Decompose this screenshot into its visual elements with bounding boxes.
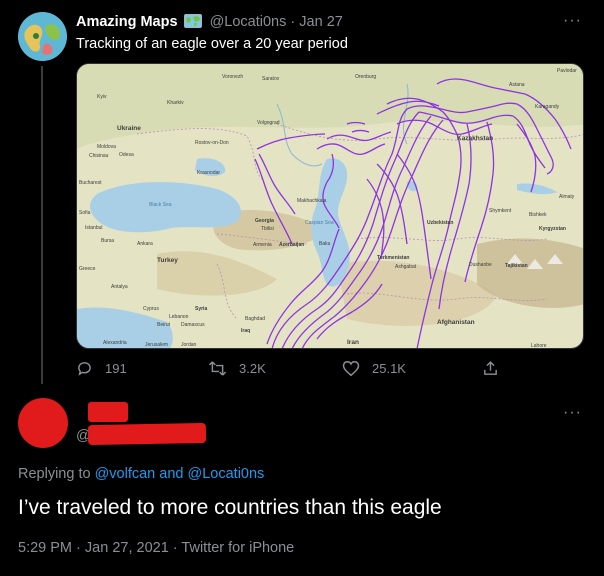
more-options-icon[interactable]: ··· (563, 12, 582, 30)
replying-prefix: Replying to (18, 466, 91, 482)
tweet-date[interactable]: Jan 27, 2021 (85, 540, 169, 556)
reply-tweet: y @ ··· Replying to @volfcan and @Locati… (0, 392, 604, 576)
map-label-antalya: Antalya (111, 284, 128, 290)
map-label-rostov: Rostov-on-Don (195, 140, 229, 146)
name-redaction (88, 402, 128, 422)
map-label-caspian-sea: Caspian Sea (305, 220, 334, 226)
map-label-almaty: Almaty (559, 194, 575, 200)
map-label-kazakhstan: Kazakhstan (457, 135, 493, 142)
retweet-button[interactable]: 3.2K (208, 360, 266, 377)
map-label-alexandria: Alexandria (103, 340, 127, 346)
map-label-karaganda: Karagandy (535, 104, 560, 110)
mention-volfcan[interactable]: @volfcan (95, 466, 156, 482)
map-label-moldova: Moldova (97, 144, 116, 150)
map-label-orenburg: Orenburg (355, 74, 376, 80)
map-label-georgia: Georgia (255, 218, 274, 224)
mention-locati0ns[interactable]: @Locati0ns (188, 466, 265, 482)
tweet-text: Tracking of an eagle over a 20 year peri… (76, 36, 348, 52)
map-label-volgograd: Volgograd (257, 120, 280, 126)
map-label-tbilisi: Tbilisi (261, 226, 274, 232)
map-label-black-sea: Black Sea (149, 202, 172, 208)
reply-text: I’ve traveled to more countries than thi… (18, 496, 442, 519)
replying-and[interactable]: and (159, 466, 183, 482)
map-label-ankara: Ankara (137, 241, 153, 247)
share-button[interactable] (482, 360, 511, 377)
tweet-header: Amazing Maps @Locati0ns · Jan 27 (76, 14, 343, 32)
reply-button[interactable]: 191 (76, 360, 127, 377)
map-label-kharkiv: Kharkiv (167, 100, 184, 106)
map-label-lebanon: Lebanon (169, 314, 189, 320)
map-label-turkey: Turkey (157, 257, 178, 264)
map-label-astana: Astana (509, 82, 525, 88)
tweet-date[interactable]: Jan 27 (299, 14, 343, 30)
tweet-amazing-maps: Amazing Maps @Locati0ns · Jan 27 ··· Tra… (0, 0, 604, 392)
map-label-kyrgyzstan: Kyrgyzstan (539, 226, 566, 232)
handle-redaction (87, 422, 207, 446)
map-label-turkmenistan: Turkmenistan (377, 255, 409, 261)
map-label-bishkek: Bishkek (529, 212, 547, 218)
map-label-dushanbe: Dushanbe (469, 262, 492, 268)
display-name[interactable]: Amazing Maps (76, 14, 178, 30)
like-button[interactable]: 25.1K (342, 360, 406, 377)
map-label-pavlodar: Pavlodar (557, 68, 577, 74)
reply-count: 191 (105, 361, 127, 376)
share-icon (484, 361, 497, 375)
map-label-voronezh: Voronezh (222, 74, 243, 80)
tweet-client[interactable]: Twitter for iPhone (181, 540, 294, 556)
map-label-shymkent: Shymkent (489, 208, 512, 214)
map-label-iran: Iran (347, 339, 359, 346)
more-options-icon[interactable]: ··· (563, 404, 582, 422)
map-label-armenia: Armenia (253, 242, 272, 248)
retweet-count: 3.2K (239, 361, 266, 376)
map-label-baghdad: Baghdad (245, 316, 265, 322)
retweet-icon (208, 361, 227, 376)
map-label-ashgabat: Ashgabat (395, 264, 417, 270)
meta-separator: · (76, 540, 81, 556)
thread-connector-line (41, 66, 43, 384)
replying-to: Replying to @volfcan and @Locati0ns (18, 466, 264, 482)
world-map-icon (183, 14, 202, 32)
map-label-greece: Greece (79, 266, 96, 272)
avatar-redacted[interactable] (18, 398, 68, 448)
meta-separator: · (172, 540, 178, 556)
map-label-makhachkala: Makhachkala (297, 198, 327, 204)
map-label-syria: Syria (195, 306, 207, 312)
map-label-krasnodar: Krasnodar (197, 170, 220, 176)
heart-icon (342, 360, 360, 377)
map-label-damascus: Damascus (181, 322, 205, 328)
map-label-cyprus: Cyprus (143, 306, 159, 312)
avatar[interactable] (18, 12, 67, 61)
map-label-istanbul: Istanbul (85, 225, 103, 231)
tweet-media-map[interactable]: Ukraine Kyiv Kharkiv Voronezh Saratov Vo… (76, 63, 584, 349)
header-separator: · (290, 14, 296, 30)
map-label-beirut: Beirut (157, 322, 171, 328)
map-label-bursa: Bursa (101, 238, 114, 244)
map-label-lahore: Lahore (531, 343, 547, 349)
tweet-meta: 5:29 PM · Jan 27, 2021 · Twitter for iPh… (18, 540, 294, 556)
map-label-baku: Baku (319, 241, 331, 247)
map-label-jerusalem: Jerusalem (145, 342, 168, 348)
map-label-afghanistan: Afghanistan (437, 319, 475, 326)
tweet-actions: 191 3.2K 25.1K (76, 360, 516, 382)
tweet-time[interactable]: 5:29 PM (18, 540, 72, 556)
map-label-azerbaijan: Azerbaijan (279, 242, 304, 248)
map-label-uzbekistan: Uzbekistan (427, 220, 453, 226)
map-label-jordan: Jordan (181, 342, 197, 348)
map-label-chisinau: Chisinau (89, 153, 109, 159)
handle[interactable]: @Locati0ns (210, 14, 287, 30)
like-count: 25.1K (372, 361, 406, 376)
map-label-bucharest: Bucharest (79, 180, 102, 186)
map-label-tajikistan: Tajikistan (505, 263, 528, 269)
reply-icon (78, 362, 91, 376)
map-label-iraq: Iraq (241, 328, 250, 334)
map-label-saratov: Saratov (262, 76, 280, 82)
map-label-ukraine: Ukraine (117, 125, 141, 132)
map-label-kyiv: Kyiv (97, 94, 107, 100)
map-label-sofia: Sofia (79, 210, 91, 216)
map-label-odesa: Odesa (119, 152, 134, 158)
